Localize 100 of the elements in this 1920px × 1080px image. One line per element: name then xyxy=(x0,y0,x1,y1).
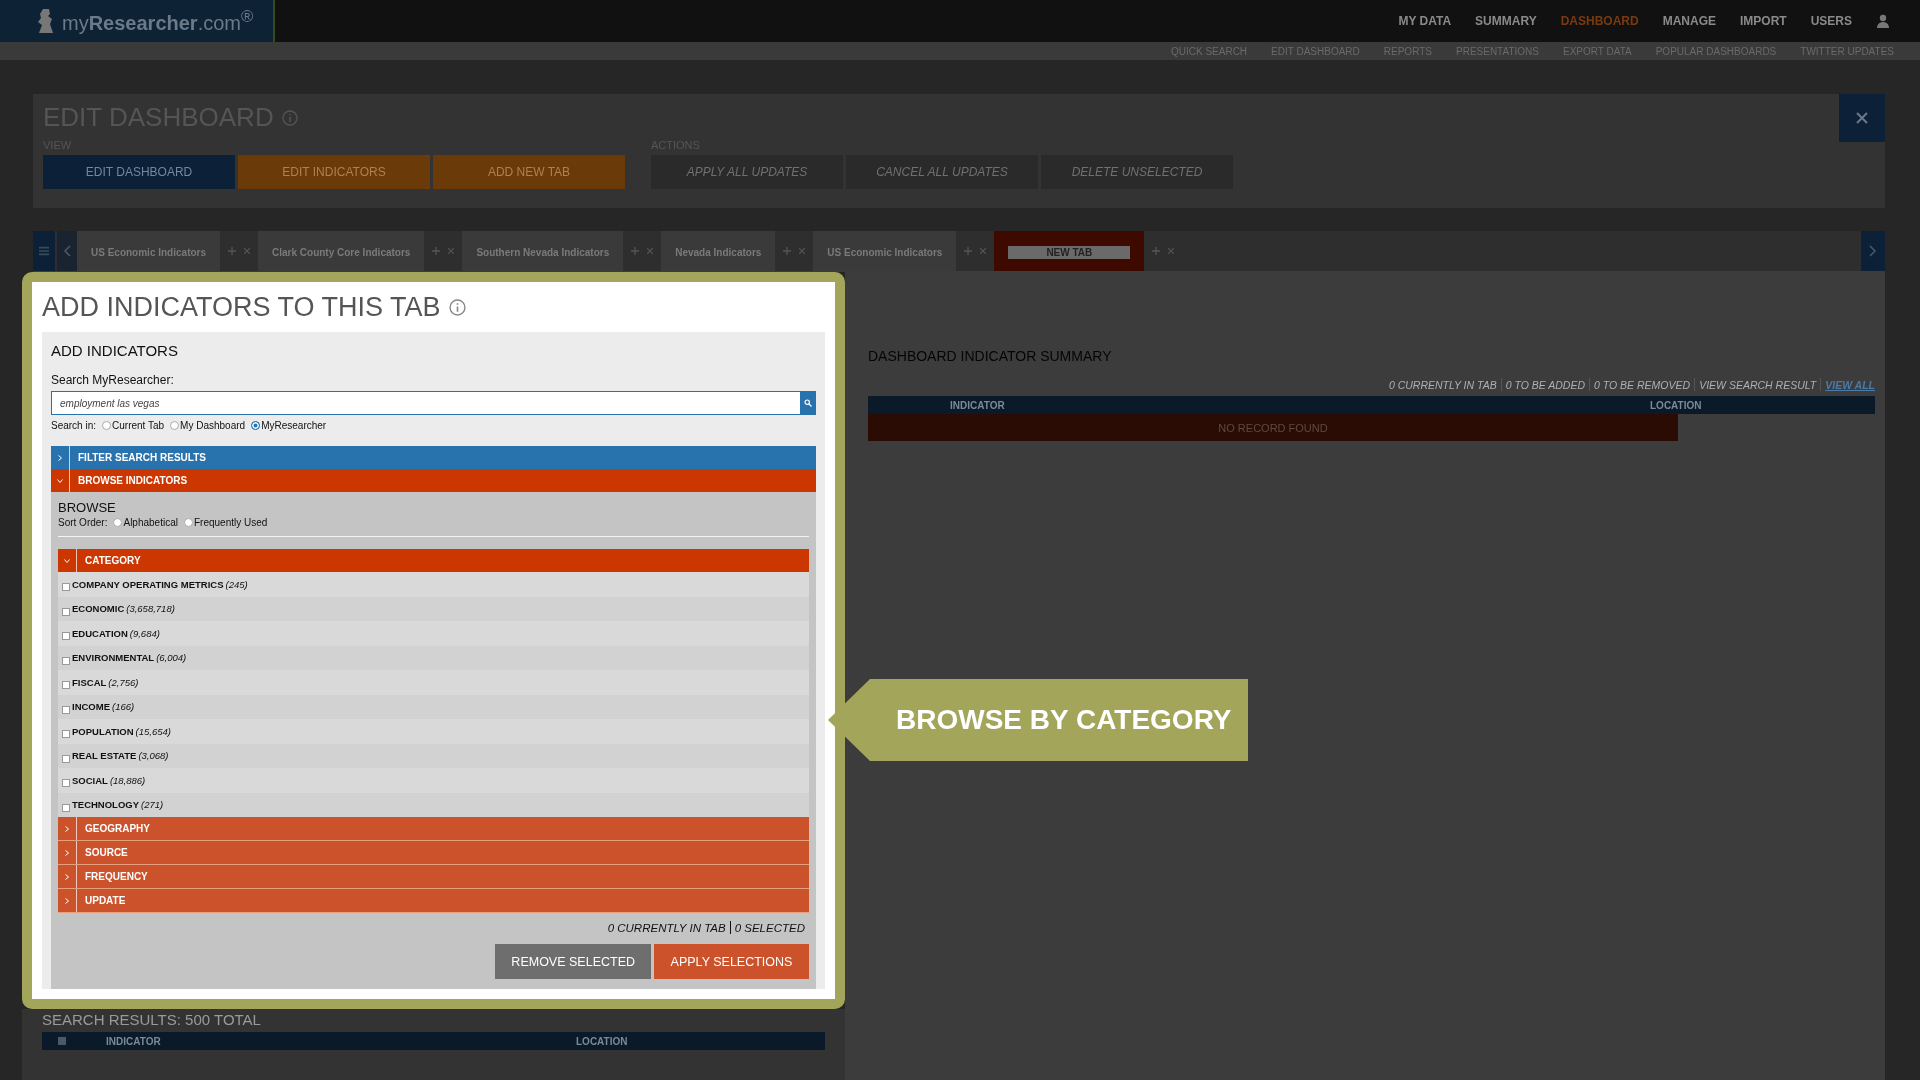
close-icon[interactable] xyxy=(448,248,455,254)
checkbox[interactable] xyxy=(62,705,70,714)
chevron-right-icon xyxy=(64,897,70,904)
filter-group-header[interactable]: CATEGORY xyxy=(58,549,809,572)
category-name: EDUCATION xyxy=(72,627,128,639)
radio-option[interactable]: My Dashboard xyxy=(170,420,246,431)
category-row[interactable]: SOCIAL (18,886) xyxy=(58,768,809,793)
remove-button[interactable]: REMOVE SELECTED xyxy=(495,944,651,979)
plus-icon[interactable] xyxy=(1152,247,1161,255)
nav-link[interactable]: USERS xyxy=(1810,14,1852,28)
info-icon[interactable] xyxy=(448,298,466,316)
checkbox[interactable] xyxy=(62,681,70,690)
panel-title: ADD INDICATORS TO THIS TAB xyxy=(42,291,441,323)
category-count: (6,004) xyxy=(156,652,187,664)
empty-table-message: NO RECORD FOUND xyxy=(868,414,1678,441)
search-in-label: Search in: xyxy=(51,420,97,431)
category-name: INCOME xyxy=(72,701,110,713)
accordion-header[interactable]: BROWSE INDICATORS xyxy=(51,469,816,492)
view-button[interactable]: EDIT INDICATORS xyxy=(238,155,430,189)
logo-text[interactable]: myResearcher.com$^{®}$ xyxy=(62,7,254,35)
search-button[interactable] xyxy=(800,392,815,414)
summary-stat: 0 CURRENTLY IN TAB xyxy=(1388,378,1497,391)
close-icon[interactable] xyxy=(799,248,806,254)
dashboard-tab[interactable]: NEW TAB xyxy=(994,231,1145,271)
column-header: INDICATOR xyxy=(106,1035,162,1047)
category-row[interactable]: ENVIRONMENTAL (6,004) xyxy=(58,645,809,670)
category-row[interactable]: INCOME (166) xyxy=(58,694,809,719)
category-count: (18,886) xyxy=(109,774,146,786)
column-header: INDICATOR xyxy=(949,399,1006,411)
search-label: Search MyResearcher: xyxy=(51,373,175,387)
dashboard-tab[interactable]: Nevada Indicators xyxy=(661,231,776,271)
user-icon[interactable] xyxy=(1876,14,1890,28)
category-row[interactable]: EDUCATION (9,684) xyxy=(58,621,809,646)
dashboard-tab[interactable]: US Economic Indicators xyxy=(77,231,221,271)
status-text: 0 SELECTED xyxy=(734,921,805,934)
chevron-down-icon xyxy=(64,557,70,564)
checkbox[interactable] xyxy=(62,803,70,812)
callout-banner: BROWSE BY CATEGORY xyxy=(828,679,1248,761)
category-name: SOCIAL xyxy=(72,774,108,786)
filter-group-header[interactable]: SOURCE xyxy=(58,841,809,865)
close-icon[interactable] xyxy=(1168,248,1175,254)
category-row[interactable]: TECHNOLOGY (271) xyxy=(58,792,809,817)
category-row[interactable]: POPULATION (15,654) xyxy=(58,719,809,744)
category-row[interactable]: FISCAL (2,756) xyxy=(58,670,809,695)
nav-link[interactable]: SUMMARY xyxy=(1475,14,1537,28)
radio-option[interactable]: Alphabetical xyxy=(113,517,178,528)
nav-link[interactable]: IMPORT xyxy=(1740,14,1787,28)
previous-tab-button[interactable] xyxy=(57,231,77,271)
plus-icon[interactable] xyxy=(964,247,973,255)
status-text: 0 CURRENTLY IN TAB xyxy=(607,921,726,934)
category-name: TECHNOLOGY xyxy=(72,799,140,811)
close-icon[interactable] xyxy=(244,248,251,254)
view-button[interactable]: ADD NEW TAB xyxy=(433,155,625,189)
category-name: POPULATION xyxy=(72,725,134,737)
dashboard-tab[interactable]: Clark County Core Indicators xyxy=(258,231,425,271)
results-title: SEARCH RESULTS: 500 TOTAL xyxy=(42,1011,262,1028)
category-count: (271) xyxy=(141,799,164,811)
close-icon[interactable] xyxy=(647,248,654,254)
category-row[interactable]: REAL ESTATE (3,068) xyxy=(58,743,809,768)
accordion-header[interactable]: FILTER SEARCH RESULTS xyxy=(51,446,816,469)
category-count: (3,068) xyxy=(138,750,169,762)
category-name: COMPANY OPERATING METRICS xyxy=(72,578,224,590)
checkbox[interactable] xyxy=(62,632,70,641)
category-name: REAL ESTATE xyxy=(72,750,137,762)
nav-link[interactable]: MANAGE xyxy=(1662,14,1716,28)
close-button[interactable] xyxy=(1839,94,1885,142)
checkbox[interactable] xyxy=(62,730,70,739)
filter-group-header[interactable]: GEOGRAPHY xyxy=(58,817,809,841)
close-icon[interactable] xyxy=(980,248,987,254)
radio-option[interactable]: MyResearcher xyxy=(251,420,327,431)
checkbox[interactable] xyxy=(62,607,70,616)
chevron-right-icon xyxy=(64,825,70,832)
dashboard-tab[interactable]: Southern Nevada Indicators xyxy=(462,231,624,271)
view-all-link[interactable]: VIEW ALL xyxy=(1825,378,1875,391)
dashboard-tab[interactable]: US Economic Indicators xyxy=(813,231,957,271)
category-row[interactable]: ECONOMIC (3,658,718) xyxy=(58,596,809,621)
view-button[interactable]: EDIT DASHBOARD xyxy=(43,155,235,189)
plus-icon[interactable] xyxy=(228,247,237,255)
next-tab-button[interactable] xyxy=(1861,231,1885,271)
filter-group-header[interactable]: UPDATE xyxy=(58,889,809,913)
category-row[interactable]: COMPANY OPERATING METRICS (245) xyxy=(58,572,809,597)
checkbox[interactable] xyxy=(62,583,70,592)
menu-button[interactable] xyxy=(33,231,55,271)
close-icon xyxy=(1855,111,1869,125)
category-count: (2,756) xyxy=(108,676,139,688)
radio-option[interactable]: Current Tab xyxy=(102,420,165,431)
filter-group-header[interactable]: FREQUENCY xyxy=(58,865,809,889)
radio-option[interactable]: Frequently Used xyxy=(183,517,268,528)
checkbox[interactable] xyxy=(62,754,70,763)
nav-link[interactable]: MY DATA xyxy=(1398,14,1452,28)
chevron-down-icon xyxy=(57,477,63,484)
apply-button[interactable]: APPLY SELECTIONS xyxy=(654,944,809,979)
checkbox[interactable] xyxy=(62,779,70,788)
info-icon[interactable] xyxy=(281,109,298,126)
checkbox[interactable] xyxy=(62,656,70,665)
chevron-right-icon xyxy=(57,454,63,461)
plus-icon[interactable] xyxy=(631,247,640,255)
checkbox[interactable] xyxy=(58,1037,66,1045)
plus-icon[interactable] xyxy=(432,247,441,255)
plus-icon[interactable] xyxy=(783,247,792,255)
